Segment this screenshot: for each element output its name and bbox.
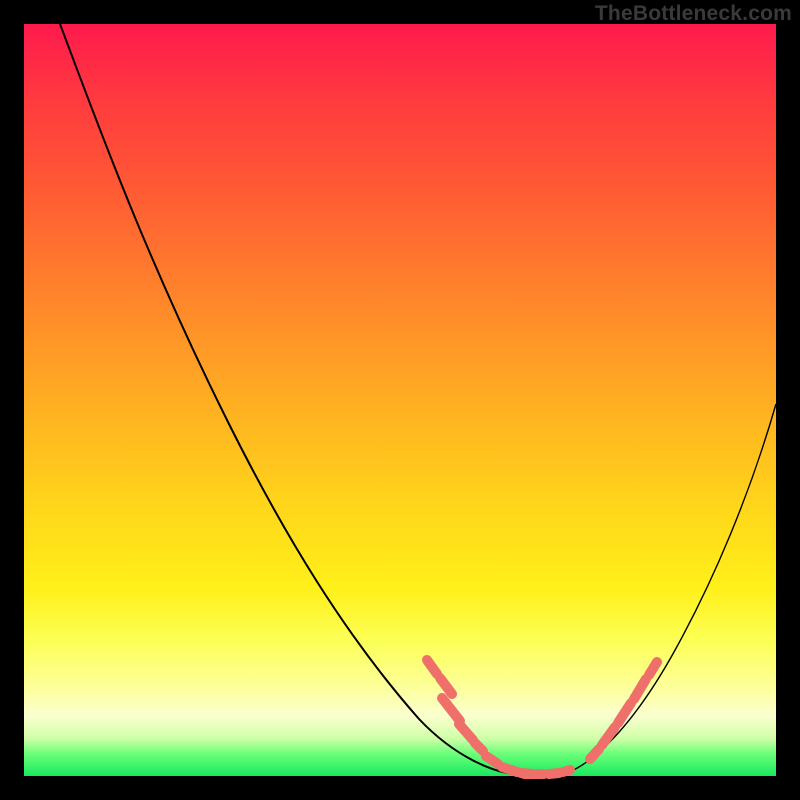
watermark-text: TheBottleneck.com (595, 2, 792, 26)
highlight-right (590, 662, 657, 759)
chart-svg (24, 24, 776, 776)
highlight-left (427, 660, 483, 751)
curve-right-arm (564, 404, 776, 774)
chart-frame: TheBottleneck.com (0, 0, 800, 800)
curve-left-arm (60, 24, 522, 775)
